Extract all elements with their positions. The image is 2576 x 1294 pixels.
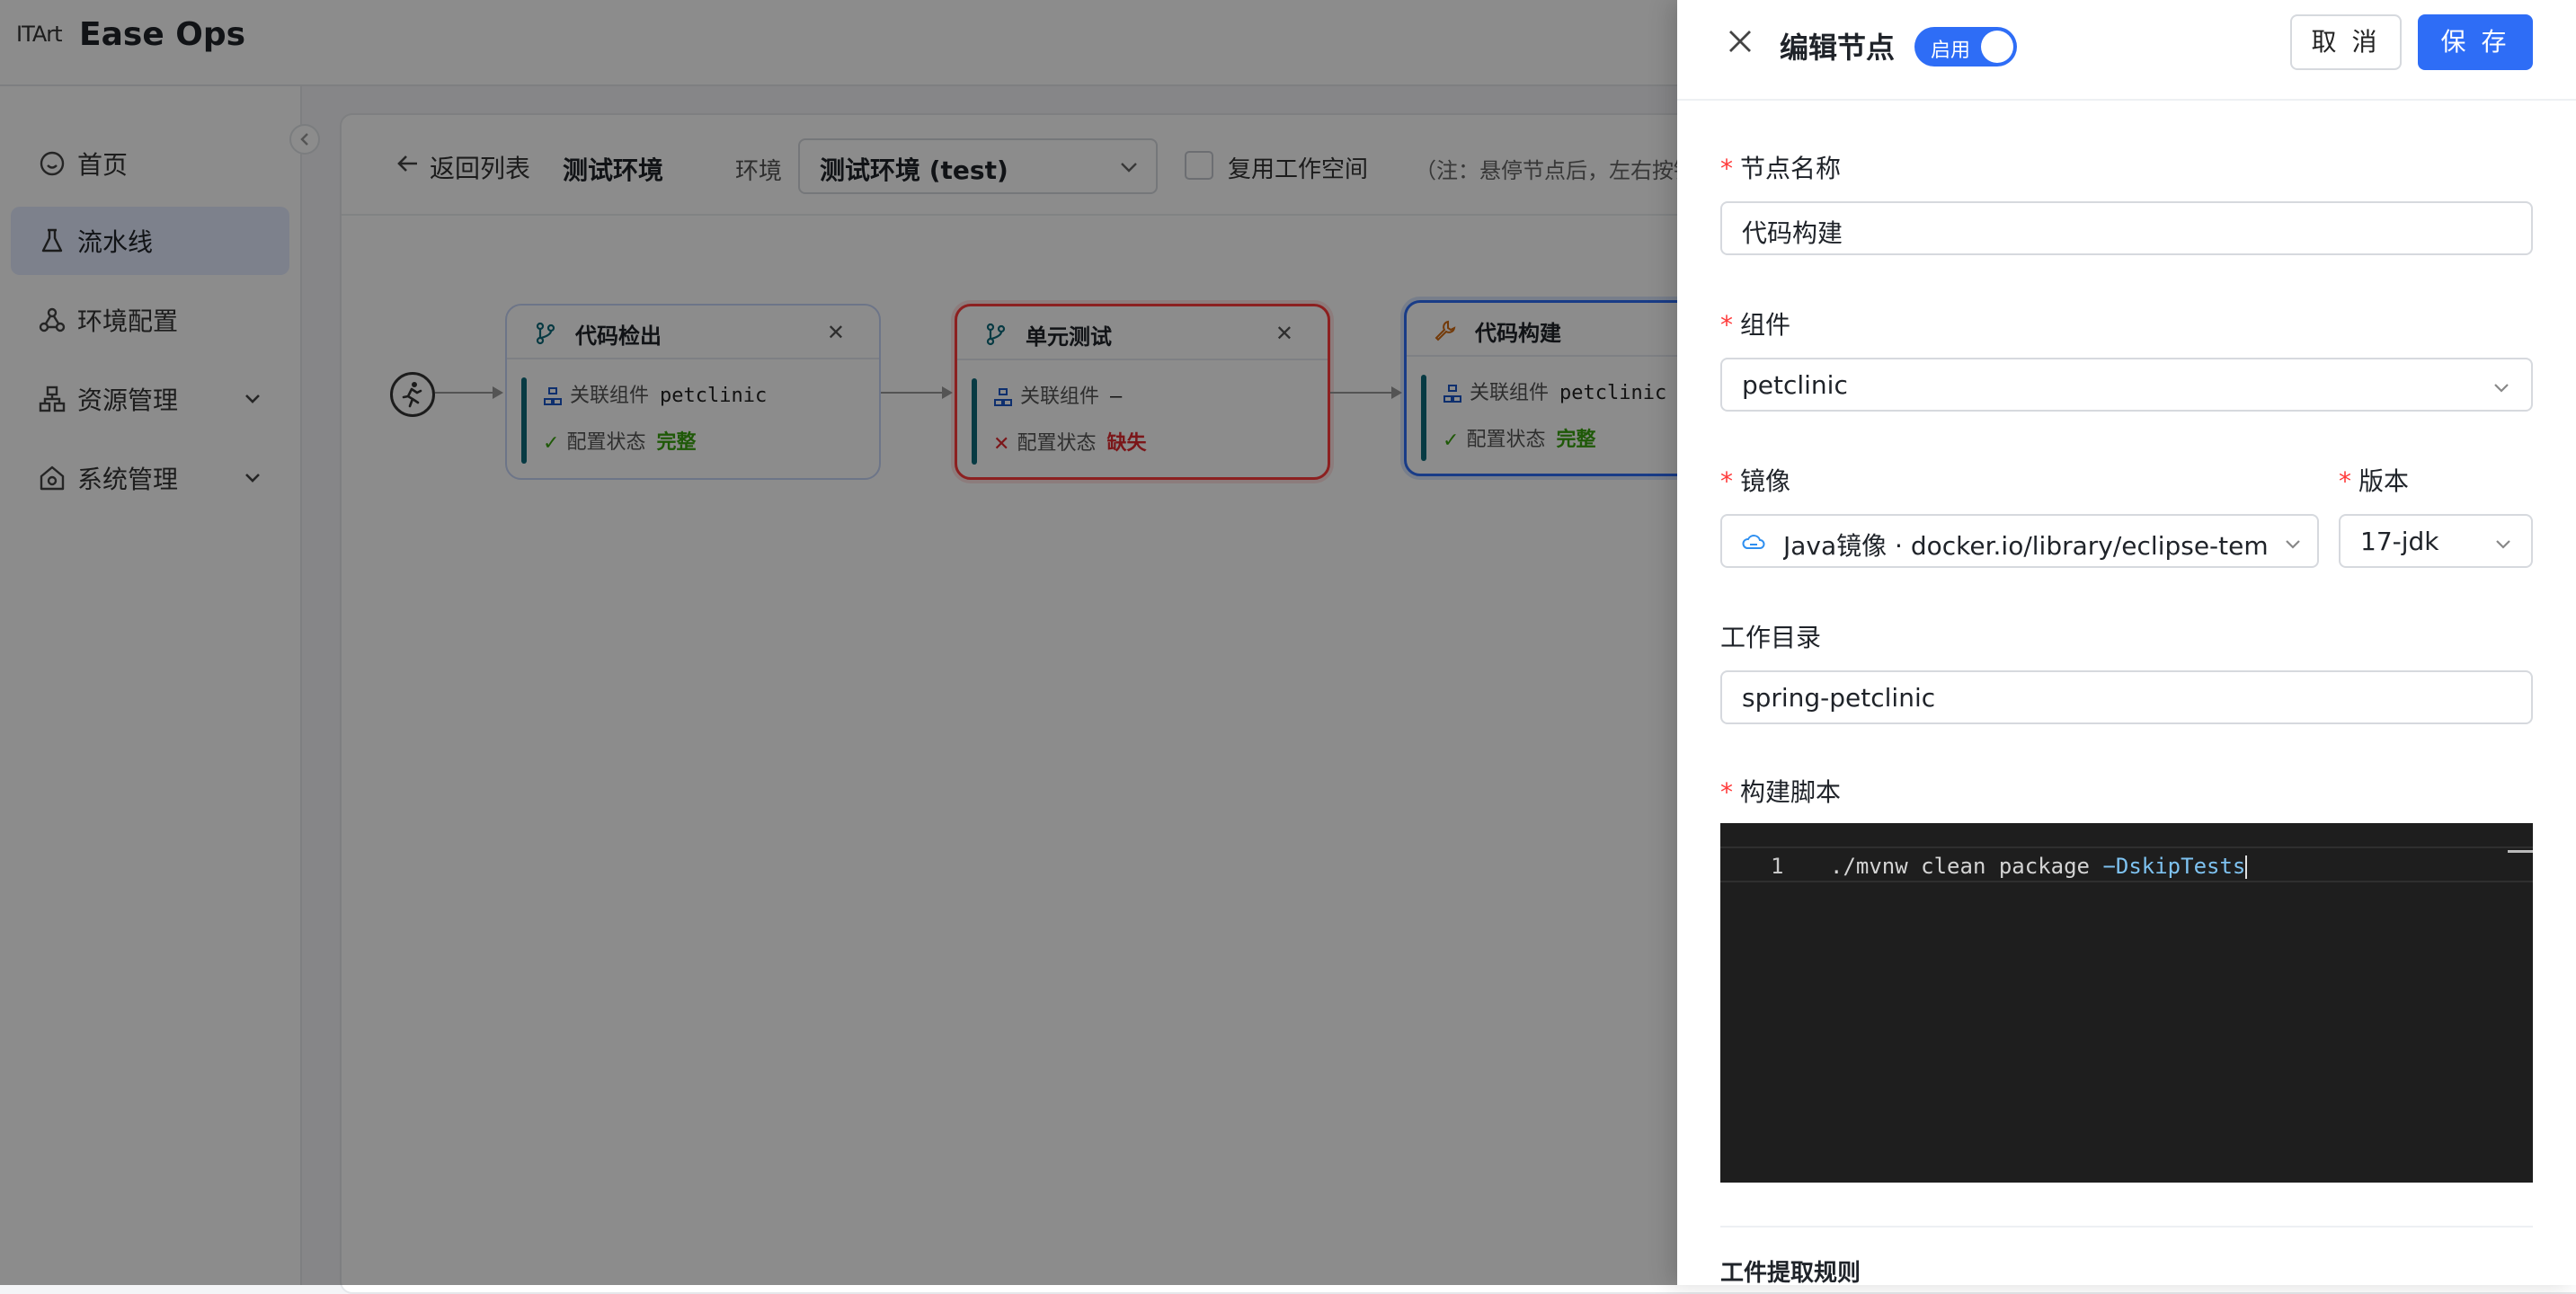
code-line: ./mvnw clean package −DskipTests xyxy=(1830,854,2248,879)
section-divider xyxy=(1720,1226,2533,1228)
build-script-label: * 构建脚本 xyxy=(1720,777,1842,807)
chevron-down-icon xyxy=(2494,384,2509,393)
version-label: * 版本 xyxy=(2339,466,2410,496)
required-mark: * xyxy=(1720,154,1733,183)
node-name-label: * 节点名称 xyxy=(1720,154,1842,183)
component-label: * 组件 xyxy=(1720,310,1791,340)
save-button[interactable]: 保 存 xyxy=(2418,14,2533,70)
node-name-value: 代码构建 xyxy=(1742,218,1843,248)
line-number: 1 xyxy=(1771,854,1784,879)
cloud-icon xyxy=(1742,535,1765,549)
drawer-header: 编辑节点 启用 取 消 保 存 xyxy=(1677,0,2576,101)
version-select-value: 17-jdk xyxy=(2360,527,2439,556)
minimap xyxy=(2508,850,2533,853)
close-icon[interactable] xyxy=(1724,25,1756,58)
artifact-rules-title: 工件提取规则 xyxy=(1720,1260,1861,1287)
workdir-label: 工作目录 xyxy=(1720,623,1822,652)
build-script-editor[interactable]: 1 ./mvnw clean package −DskipTests xyxy=(1720,823,2533,1183)
toggle-knob xyxy=(1981,31,2013,63)
cancel-button[interactable]: 取 消 xyxy=(2290,14,2402,70)
chevron-down-icon xyxy=(2496,540,2510,549)
workdir-field[interactable]: spring-petclinic xyxy=(1720,670,2533,724)
required-mark: * xyxy=(1720,310,1733,340)
required-mark: * xyxy=(2339,466,2351,496)
image-select[interactable]: Java镜像 · docker.io/library/eclipse-temu xyxy=(1720,514,2319,568)
drawer-title: 编辑节点 xyxy=(1780,31,1896,65)
required-mark: * xyxy=(1720,466,1733,496)
edit-node-drawer: 编辑节点 启用 取 消 保 存 * 节点名称 代码构建 * 组件 petclinic… xyxy=(1677,0,2576,1287)
toggle-label: 启用 xyxy=(1931,40,1971,62)
image-select-value: Java镜像 · docker.io/library/eclipse-temu xyxy=(1783,531,2269,561)
required-mark: * xyxy=(1720,777,1733,807)
node-name-field[interactable]: 代码构建 xyxy=(1720,201,2533,255)
enable-toggle[interactable]: 启用 xyxy=(1914,27,2017,66)
component-select-value: petclinic xyxy=(1742,370,1848,400)
image-label: * 镜像 xyxy=(1720,466,1791,496)
component-select[interactable]: petclinic xyxy=(1720,358,2533,412)
workdir-value: spring-petclinic xyxy=(1742,683,1936,713)
chevron-down-icon xyxy=(2286,540,2300,549)
version-select[interactable]: 17-jdk xyxy=(2339,514,2533,568)
